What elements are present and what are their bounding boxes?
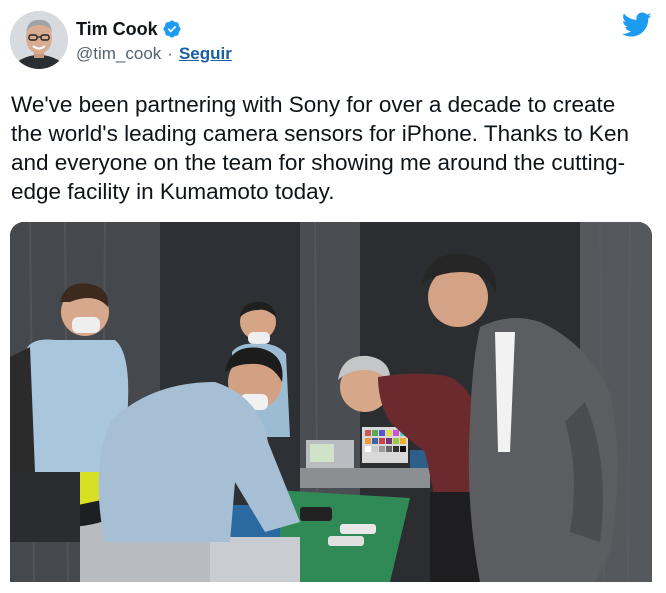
author-name-row: Tim Cook <box>76 17 182 41</box>
twitter-bird-icon[interactable] <box>622 12 652 38</box>
tweet-card: Tim Cook @tim_cook · Seguir We've been p… <box>0 0 666 593</box>
follow-link[interactable]: Seguir <box>179 44 232 64</box>
display-name[interactable]: Tim Cook <box>76 19 158 40</box>
avatar[interactable] <box>10 11 68 69</box>
avatar-image <box>10 11 68 69</box>
tweet-photo[interactable] <box>10 222 652 582</box>
author-handle[interactable]: @tim_cook <box>76 44 161 64</box>
separator-dot: · <box>167 44 173 63</box>
tweet-text: We've been partnering with Sony for over… <box>11 92 629 204</box>
photo-image <box>10 222 652 582</box>
handle-row: @tim_cook · Seguir <box>76 44 232 64</box>
verified-badge-icon <box>163 20 181 38</box>
